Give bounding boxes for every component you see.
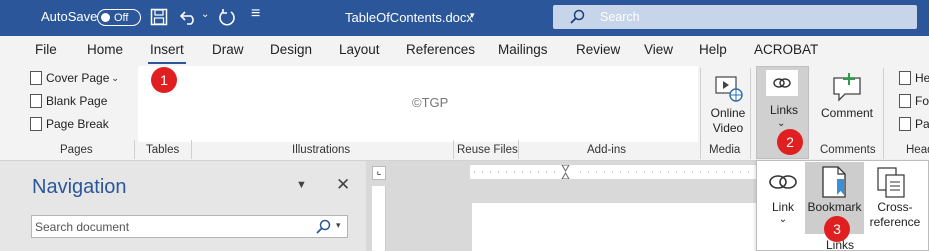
reference-label: reference: [869, 215, 921, 229]
undo-dropdown-icon[interactable]: ⌄: [201, 9, 209, 20]
document-title: TableOfContents.docx: [345, 10, 473, 25]
header-label: He: [915, 71, 929, 85]
link-icon: [773, 78, 791, 88]
autosave-state: Off: [114, 11, 129, 24]
blank-page-icon: [30, 94, 42, 108]
save-icon[interactable]: [150, 8, 168, 26]
link-button[interactable]: Link ⌄: [761, 162, 805, 234]
tab-view[interactable]: View: [644, 42, 673, 57]
group-label-add-ins: Add-ins: [587, 144, 626, 156]
search-document-placeholder: Search document: [35, 220, 130, 234]
undo-icon[interactable]: [179, 8, 199, 26]
page-number-label: Pa: [915, 117, 929, 131]
step-badge-2: 2: [777, 129, 803, 155]
search-label: Search: [600, 10, 640, 24]
search-document-input[interactable]: Search document ▾: [31, 215, 348, 238]
bookmark-icon: [822, 166, 846, 198]
title-bar: AutoSave Off ⌄ ≡ TableOfContents.docx ▾ …: [0, 0, 929, 36]
group-divider: [134, 140, 135, 159]
tab-acrobat[interactable]: ACROBAT: [754, 42, 818, 57]
customize-toolbar-icon[interactable]: ≡: [251, 5, 260, 23]
group-label-comments: Comments: [820, 144, 876, 156]
group-divider: [700, 68, 701, 159]
tab-selector-icon[interactable]: ⌞: [372, 166, 386, 180]
comment-label: Comment: [820, 106, 873, 120]
search-icon: [570, 9, 585, 24]
video-label: Video: [712, 121, 744, 135]
navigation-title: Navigation: [32, 176, 127, 198]
blank-page-button[interactable]: Blank Page: [30, 94, 107, 108]
watermark: ©TGP: [412, 95, 449, 110]
cover-page-icon: [30, 71, 42, 85]
group-label-media: Media: [709, 144, 741, 156]
cross-label: Cross-: [877, 200, 913, 214]
title-dropdown-icon[interactable]: ▾: [470, 10, 475, 21]
footer-label: Fo: [915, 94, 929, 108]
online-video-button[interactable]: Online Video: [706, 70, 750, 140]
bookmark-label: Bookmark: [807, 200, 862, 214]
online-label: Online: [710, 106, 746, 120]
comment-icon: [833, 73, 861, 102]
group-label-tables: Tables: [146, 144, 180, 156]
page-number-button[interactable]: Pa: [899, 117, 929, 131]
group-divider: [750, 68, 751, 159]
toggle-knob-icon: [101, 13, 110, 22]
cover-page-button[interactable]: Cover Page ⌄: [30, 71, 119, 85]
tab-layout[interactable]: Layout: [339, 42, 380, 57]
hyperlink-icon: [769, 175, 797, 189]
tab-draw[interactable]: Draw: [212, 42, 244, 57]
blank-page-label: Blank Page: [46, 94, 108, 108]
page-break-button[interactable]: Page Break: [30, 117, 109, 131]
header-icon: [899, 71, 911, 85]
step-badge-1: 1: [151, 67, 177, 93]
nav-search-dropdown-icon[interactable]: ▾: [336, 220, 341, 231]
links-chevron-icon: ⌄: [777, 118, 786, 129]
ruler-ticks-icon: [474, 165, 756, 179]
page-number-icon: [899, 117, 911, 131]
header-button[interactable]: He: [899, 71, 929, 85]
nav-options-icon[interactable]: ▼: [296, 179, 307, 191]
document-page[interactable]: [472, 203, 762, 251]
tab-home[interactable]: Home: [87, 42, 123, 57]
vertical-ruler[interactable]: [372, 186, 386, 251]
links-icon-box: [766, 70, 798, 96]
group-divider: [453, 140, 454, 159]
autosave-toggle[interactable]: Off: [97, 9, 141, 26]
group-divider: [191, 140, 192, 159]
footer-button[interactable]: Fo: [899, 94, 929, 108]
cover-page-label: Cover Page: [46, 71, 110, 85]
group-divider: [883, 68, 884, 159]
page-break-label: Page Break: [46, 117, 109, 131]
comment-button[interactable]: Comment: [815, 70, 879, 140]
group-divider: [518, 140, 519, 159]
tab-file[interactable]: File: [35, 42, 57, 57]
footer-icon: [899, 94, 911, 108]
cross-reference-button[interactable]: Cross- reference: [864, 162, 926, 234]
group-label-pages: Pages: [60, 144, 93, 156]
page-break-icon: [30, 117, 42, 131]
tab-design[interactable]: Design: [270, 42, 312, 57]
tab-help[interactable]: Help: [699, 42, 727, 57]
cover-page-chevron-icon: ⌄: [111, 72, 119, 83]
autosave-label: AutoSave: [41, 9, 98, 24]
group-label-header-footer: Head: [906, 144, 929, 156]
online-video-icon: [715, 76, 743, 102]
cross-reference-icon: [877, 167, 905, 198]
horizontal-ruler[interactable]: [470, 165, 760, 179]
nav-search-icon[interactable]: [315, 219, 331, 235]
search-box[interactable]: Search: [553, 5, 917, 29]
tab-references[interactable]: References: [406, 42, 475, 57]
tab-mailings[interactable]: Mailings: [498, 42, 548, 57]
step-badge-3: 3: [824, 216, 850, 242]
link-label: Link: [771, 200, 794, 214]
close-icon[interactable]: ✕: [336, 175, 350, 195]
tab-insert[interactable]: Insert: [150, 42, 184, 57]
links-label: Links: [770, 103, 799, 117]
redo-icon[interactable]: [217, 7, 237, 27]
tab-review[interactable]: Review: [576, 42, 620, 57]
group-label-illustrations: Illustrations: [292, 144, 351, 156]
group-label-reuse-files: Reuse Files: [457, 144, 518, 156]
link-chevron-icon: ⌄: [778, 214, 788, 225]
